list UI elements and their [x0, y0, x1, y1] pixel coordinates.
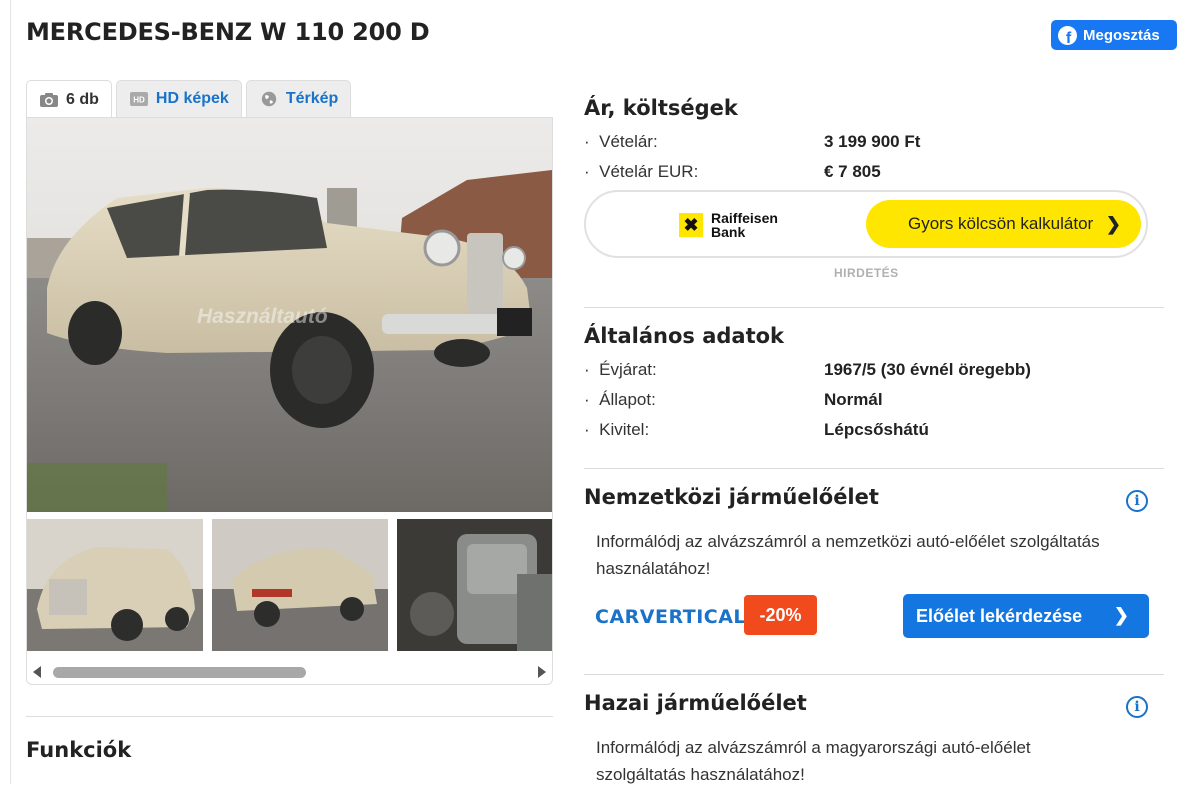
ad-label: HIRDETÉS — [834, 266, 899, 280]
condition-label: · Állapot: — [584, 390, 656, 409]
tab-map-label: Térkép — [285, 90, 339, 107]
price-label: · Vételár: — [584, 132, 658, 151]
history-lookup-button[interactable]: Előélet lekérdezése ❯ — [903, 594, 1149, 638]
price-eur-value: € 7 805 — [824, 162, 881, 181]
thumbnail-2[interactable] — [212, 519, 388, 651]
gallery-tabs: 6 db HD HD képek Térkép — [26, 80, 352, 119]
body-type-label: · Kivitel: — [584, 420, 650, 439]
raiffeisen-icon: ✖ — [679, 213, 703, 237]
divider — [584, 674, 1164, 675]
carvertical-logo: CARVERTICAL — [595, 606, 747, 628]
main-car-photo[interactable]: Használtautó — [27, 118, 552, 512]
thumbnail-scrollbar[interactable] — [27, 662, 552, 682]
divider — [584, 307, 1164, 308]
loan-calculator-button[interactable]: Gyors kölcsön kalkulátor ❯ — [866, 200, 1141, 248]
divider — [584, 468, 1164, 469]
globe-icon — [261, 91, 277, 107]
page-left-border — [10, 0, 11, 784]
facebook-icon: f — [1058, 25, 1077, 45]
listing-title: MERCEDES-BENZ W 110 200 D — [26, 18, 430, 46]
tab-hd-label: HD képek — [155, 90, 229, 107]
divider — [26, 716, 553, 717]
loan-calculator-label: Gyors kölcsön kalkulátor — [908, 214, 1094, 233]
price-heading: Ár, költségek — [584, 96, 738, 120]
chevron-right-icon: ❯ — [1105, 214, 1121, 234]
domestic-history-heading: Hazai járműelőélet — [584, 691, 807, 715]
tab-photos-label: 6 db — [66, 91, 99, 108]
raiffeisen-logo: ✖ Raiffeisen Bank — [679, 211, 778, 239]
info-icon[interactable]: i — [1126, 490, 1148, 512]
body-type-value: Lépcsőshátú — [824, 420, 929, 439]
tab-map[interactable]: Térkép — [245, 80, 352, 117]
price-value: 3 199 900 Ft — [824, 132, 921, 151]
scroll-right-icon[interactable] — [538, 666, 546, 678]
international-history-text: Informálódj az alvázszámról a nemzetközi… — [596, 532, 1100, 578]
tab-hd-images[interactable]: HD HD képek — [115, 80, 242, 117]
year-label: · Évjárat: — [584, 360, 657, 379]
discount-badge: -20% — [744, 595, 817, 635]
scrollbar-thumb[interactable] — [53, 667, 306, 678]
history-lookup-label: Előélet lekérdezése — [916, 605, 1083, 626]
info-icon[interactable]: i — [1126, 696, 1148, 718]
camera-icon — [40, 93, 58, 107]
watermark-text: Használtautó — [197, 305, 328, 328]
scroll-left-icon[interactable] — [33, 666, 41, 678]
international-history-heading: Nemzetközi járműelőélet — [584, 485, 879, 509]
tab-photos[interactable]: 6 db — [26, 80, 112, 119]
domestic-history-text: Informálódj az alvázszámról a magyarorsz… — [596, 738, 1031, 784]
thumbnail-3[interactable] — [397, 519, 552, 651]
thumbnail-1[interactable] — [27, 519, 203, 651]
functions-heading: Funkciók — [26, 738, 132, 762]
facebook-share-button[interactable]: f Megosztás — [1051, 20, 1177, 50]
year-value: 1967/5 (30 évnél öregebb) — [824, 360, 1031, 379]
condition-value: Normál — [824, 390, 883, 409]
price-eur-label: · Vételár EUR: — [584, 162, 699, 181]
thumbnail-strip — [27, 519, 552, 651]
loan-ad-banner[interactable]: ✖ Raiffeisen Bank Gyors kölcsön kalkulát… — [584, 190, 1148, 258]
hd-icon: HD — [129, 92, 148, 106]
svg-text:HD: HD — [133, 96, 145, 105]
chevron-right-icon: ❯ — [1113, 605, 1129, 625]
general-heading: Általános adatok — [584, 324, 785, 348]
share-label: Megosztás — [1083, 26, 1160, 44]
